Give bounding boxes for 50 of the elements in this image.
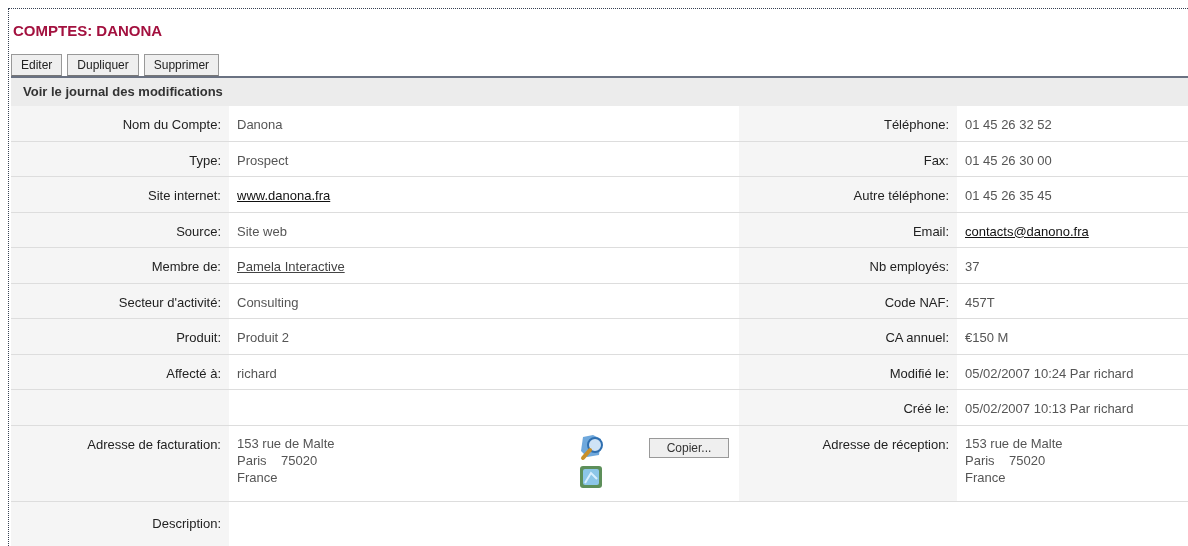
copy-button[interactable]: Copier... bbox=[649, 437, 729, 458]
field-value: Produit 2 bbox=[237, 330, 290, 345]
field-label: Code NAF: bbox=[884, 293, 949, 312]
field-value: Site web bbox=[237, 223, 287, 239]
field-label: Adresse de réception: bbox=[822, 435, 949, 454]
address-line: Paris 75020 bbox=[237, 451, 319, 469]
field-value: 457T bbox=[965, 294, 995, 310]
field-label: Description: bbox=[152, 514, 221, 533]
action-button[interactable]: Supprimer bbox=[143, 54, 220, 76]
field-label: Téléphone: bbox=[883, 116, 949, 134]
field-label: Nb employés: bbox=[869, 258, 949, 276]
field-label: Fax: bbox=[923, 151, 949, 170]
record-link[interactable]: Pamela Interactive bbox=[237, 259, 345, 274]
field-value: 05/02/2007 10:24 Par richard bbox=[965, 365, 1134, 381]
link[interactable]: www.danona.fra bbox=[237, 188, 331, 203]
field-label: Site internet: bbox=[148, 187, 221, 205]
field-label: Secteur d'activité: bbox=[118, 293, 221, 312]
field-value: 01 45 26 32 52 bbox=[965, 117, 1052, 132]
map-icon[interactable] bbox=[579, 464, 603, 489]
field-value: 37 bbox=[965, 259, 980, 274]
field-label: Créé le: bbox=[903, 400, 949, 418]
field-value: 05/02/2007 10:13 Par richard bbox=[965, 401, 1134, 416]
field-label: Membre de: bbox=[151, 258, 221, 276]
field-label: Email: bbox=[912, 222, 949, 241]
address-line: France bbox=[965, 468, 1007, 486]
address-line: 153 rue de Malte bbox=[965, 434, 1064, 452]
section-header[interactable]: Voir le journal des modifications bbox=[23, 82, 223, 102]
field-label: Source: bbox=[176, 222, 221, 241]
address-line: France bbox=[237, 468, 279, 486]
field-label: Nom du Compte: bbox=[122, 116, 221, 134]
field-label: Autre téléphone: bbox=[853, 187, 949, 205]
field-value: 01 45 26 35 45 bbox=[965, 188, 1052, 203]
address-line: Paris 75020 bbox=[965, 451, 1047, 469]
field-value: Danona bbox=[237, 117, 283, 132]
field-value: richard bbox=[237, 365, 277, 381]
field-label: Adresse de facturation: bbox=[87, 435, 221, 454]
field-label: Modifié le: bbox=[889, 364, 949, 383]
field-value: Consulting bbox=[237, 294, 299, 310]
address-line: 153 rue de Malte bbox=[237, 434, 336, 452]
action-button[interactable]: Dupliquer bbox=[67, 54, 139, 76]
field-value: 01 45 26 30 00 bbox=[965, 152, 1052, 168]
field-label: CA annuel: bbox=[885, 329, 949, 347]
field-label: Affecté à: bbox=[166, 364, 221, 383]
field-label: Type: bbox=[189, 151, 221, 170]
link[interactable]: contacts@danono.fra bbox=[965, 223, 1089, 239]
page-title: COMPTES: DANONA bbox=[13, 22, 163, 39]
field-label: Produit: bbox=[176, 329, 221, 347]
action-button[interactable]: Editer bbox=[11, 54, 63, 76]
field-value: €150 M bbox=[965, 330, 1009, 345]
field-value: Prospect bbox=[237, 152, 289, 168]
